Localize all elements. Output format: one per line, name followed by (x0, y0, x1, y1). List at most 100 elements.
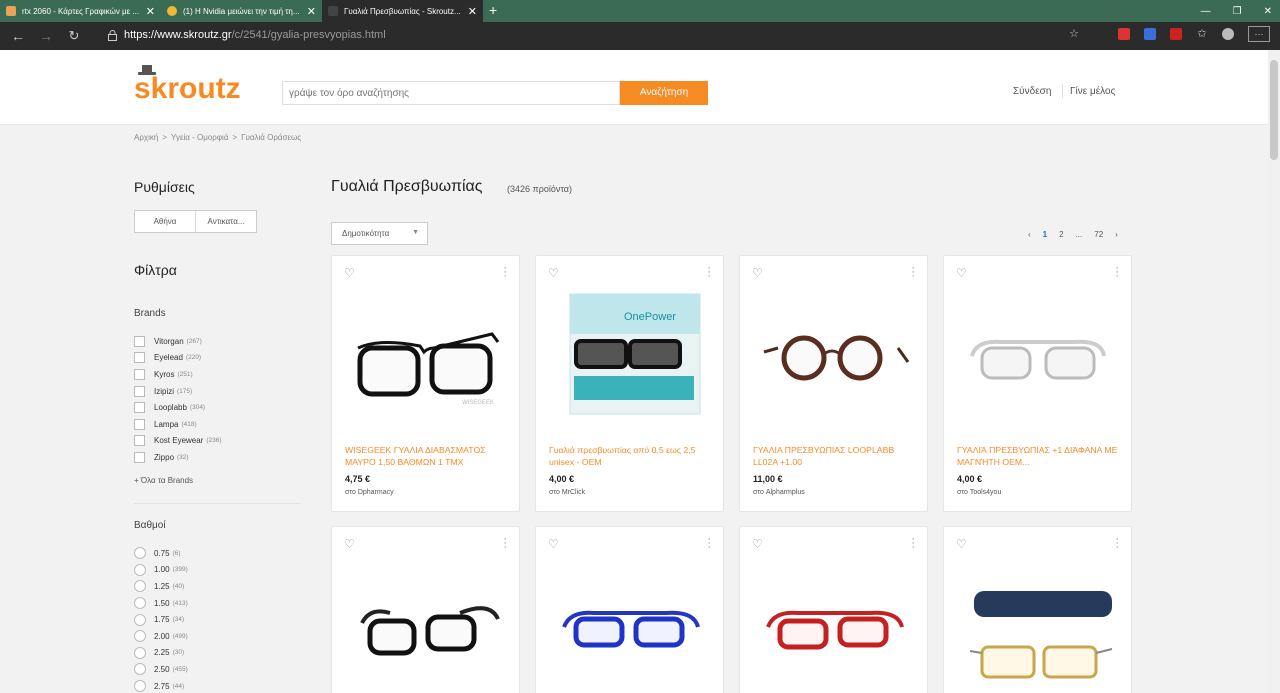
product-image[interactable] (962, 286, 1115, 421)
forward-icon[interactable]: → (32, 28, 60, 44)
radio[interactable] (134, 563, 146, 576)
more-options-icon[interactable]: · · · (911, 263, 915, 282)
grade-option[interactable]: 2.25 (30) (134, 645, 188, 662)
product-shop[interactable]: στο Alpharmplus (753, 489, 805, 496)
more-options-icon[interactable]: · · · (707, 534, 711, 553)
checkbox[interactable] (134, 435, 145, 447)
product-card[interactable]: ♡ · · · OnePower Γυαλιά πρεσβυωπίας από 0,… (535, 255, 724, 512)
grade-option[interactable]: 0.75 (6) (134, 545, 188, 562)
new-tab-icon[interactable]: + (489, 0, 497, 22)
refresh-icon[interactable]: ↻ (60, 28, 88, 44)
product-shop[interactable]: στο MrClick (549, 489, 585, 496)
brand-option[interactable]: Vitorgan (267) (134, 333, 222, 350)
heart-icon[interactable]: ♡ (548, 537, 559, 551)
scrollbar-thumb[interactable] (1270, 60, 1278, 160)
checkbox[interactable] (134, 335, 145, 347)
grade-option[interactable]: 1.50 (413) (134, 595, 188, 612)
product-image[interactable] (758, 557, 911, 692)
checkbox[interactable] (134, 368, 145, 380)
url-field[interactable]: https://www.skroutz.gr/c/2541/gyalia-pre… (124, 29, 386, 41)
product-image[interactable] (962, 557, 1115, 692)
signup-link[interactable]: Γίνε μέλος (1070, 86, 1115, 97)
location-selector[interactable]: Αθήνα Αντικατα... (134, 210, 257, 233)
all-brands-link[interactable]: + Όλα τα Brands (134, 476, 193, 485)
heart-icon[interactable]: ♡ (344, 266, 355, 280)
location-change[interactable]: Αντικατα... (195, 211, 256, 232)
login-link[interactable]: Σύνδεση (1013, 86, 1051, 97)
checkbox[interactable] (134, 402, 145, 414)
page-scrollbar[interactable] (1268, 50, 1280, 693)
more-options-icon[interactable]: · · · (1115, 263, 1119, 282)
close-tab-icon[interactable]: ✕ (307, 5, 316, 18)
minimize-icon[interactable]: — (1201, 6, 1211, 17)
more-options-icon[interactable]: · · · (503, 263, 507, 282)
close-window-icon[interactable]: ✕ (1264, 6, 1272, 17)
close-tab-icon[interactable]: ✕ (146, 5, 155, 18)
brand-option[interactable]: Izipizi (175) (134, 383, 222, 400)
grade-option[interactable]: 2.75 (44) (134, 678, 188, 693)
checkbox[interactable] (134, 418, 145, 430)
product-card[interactable]: ♡ · · · (535, 526, 724, 693)
brand-option[interactable]: Zippo (32) (134, 449, 222, 466)
breadcrumb-current[interactable]: Γυαλιά Οράσεως (241, 133, 301, 142)
profile-avatar[interactable] (1222, 28, 1234, 40)
page-last[interactable]: 72 (1094, 230, 1103, 239)
grade-option[interactable]: 2.50 (455) (134, 661, 188, 678)
more-options-icon[interactable]: · · · (707, 263, 711, 282)
more-options-icon[interactable]: · · · (503, 534, 507, 553)
product-name[interactable]: WISEGEEK ΓΥΑΛΙΑ ΔΙΑΒΑΣΜΑΤΟΣ ΜΑΥΡΟ 1,50 Β… (345, 444, 511, 468)
heart-icon[interactable]: ♡ (752, 537, 763, 551)
product-shop[interactable]: στο Tools4you (957, 489, 1001, 496)
page-2[interactable]: 2 (1059, 230, 1063, 239)
search-input[interactable] (282, 81, 620, 105)
product-name[interactable]: Γυαλιά πρεσβυωπίας από 0,5 εως 2,5 unise… (549, 444, 715, 468)
product-image[interactable] (758, 286, 911, 421)
brand-option[interactable]: Kyros (251) (134, 366, 222, 383)
product-image[interactable] (554, 557, 707, 692)
grade-option[interactable]: 1.00 (399) (134, 562, 188, 579)
brand-option[interactable]: Looplabb (304) (134, 399, 222, 416)
product-name[interactable]: ΓΥΑΛΙΑ ΠΡΕΣΒΥΩΠΙΑΣ LOOPLABB LL02A +1.00 (753, 444, 919, 468)
brand-option[interactable]: Kost Eyewear (236) (134, 433, 222, 450)
radio[interactable] (134, 597, 146, 610)
heart-icon[interactable]: ♡ (548, 266, 559, 280)
breadcrumb-category[interactable]: Υγεία - Ομορφιά (171, 133, 228, 142)
radio[interactable] (134, 547, 146, 560)
browser-tab-1[interactable]: rtx 2060 - Κάρτες Γραφικών με ... ✕ (0, 0, 161, 22)
radio[interactable] (134, 580, 146, 593)
checkbox[interactable] (134, 352, 145, 364)
location-value[interactable]: Αθήνα (135, 211, 195, 232)
product-image[interactable]: OnePower (554, 286, 707, 421)
product-card[interactable]: ♡ · · · (943, 526, 1132, 693)
product-card[interactable]: ♡ · · · ΓΥΑΛΙΆ ΠΡΕΣΒΥΩΠΙΑΣ +1 ΔΙΆΦΑΝΑ ΜΕ Μ… (943, 255, 1132, 512)
more-options-icon[interactable]: · · · (911, 534, 915, 553)
back-icon[interactable]: ← (4, 28, 32, 44)
checkbox[interactable] (134, 385, 145, 397)
prev-page-icon[interactable]: ‹ (1028, 230, 1031, 239)
radio[interactable] (134, 646, 146, 659)
heart-icon[interactable]: ♡ (752, 266, 763, 280)
page-1[interactable]: 1 (1043, 230, 1047, 239)
favorite-star-icon[interactable]: ☆ (1068, 28, 1080, 40)
grade-option[interactable]: 1.75 (34) (134, 611, 188, 628)
heart-icon[interactable]: ♡ (956, 266, 967, 280)
extension-icon[interactable] (1170, 28, 1182, 40)
browser-tab-active[interactable]: Γυαλιά Πρεσβυωπίας - Skroutz... ✕ (322, 0, 483, 22)
product-image[interactable]: WISEGEEK (350, 286, 503, 421)
radio[interactable] (134, 613, 146, 626)
grade-option[interactable]: 1.25 (40) (134, 578, 188, 595)
more-menu-icon[interactable]: ··· (1248, 26, 1270, 42)
favorites-icon[interactable]: ✩ (1196, 28, 1208, 40)
radio[interactable] (134, 663, 146, 676)
brand-option[interactable]: Lampa (418) (134, 416, 222, 433)
extension-icon[interactable] (1118, 28, 1130, 40)
checkbox[interactable] (134, 451, 145, 463)
search-button[interactable]: Αναζήτηση (620, 81, 708, 105)
heart-icon[interactable]: ♡ (956, 537, 967, 551)
grade-option[interactable]: 2.00 (499) (134, 628, 188, 645)
radio[interactable] (134, 680, 146, 693)
site-logo[interactable]: skroutz (134, 72, 241, 106)
brand-option[interactable]: Eyelead (220) (134, 350, 222, 367)
translate-extension-icon[interactable] (1144, 28, 1156, 40)
product-shop[interactable]: στο Dpharmacy (345, 489, 394, 496)
